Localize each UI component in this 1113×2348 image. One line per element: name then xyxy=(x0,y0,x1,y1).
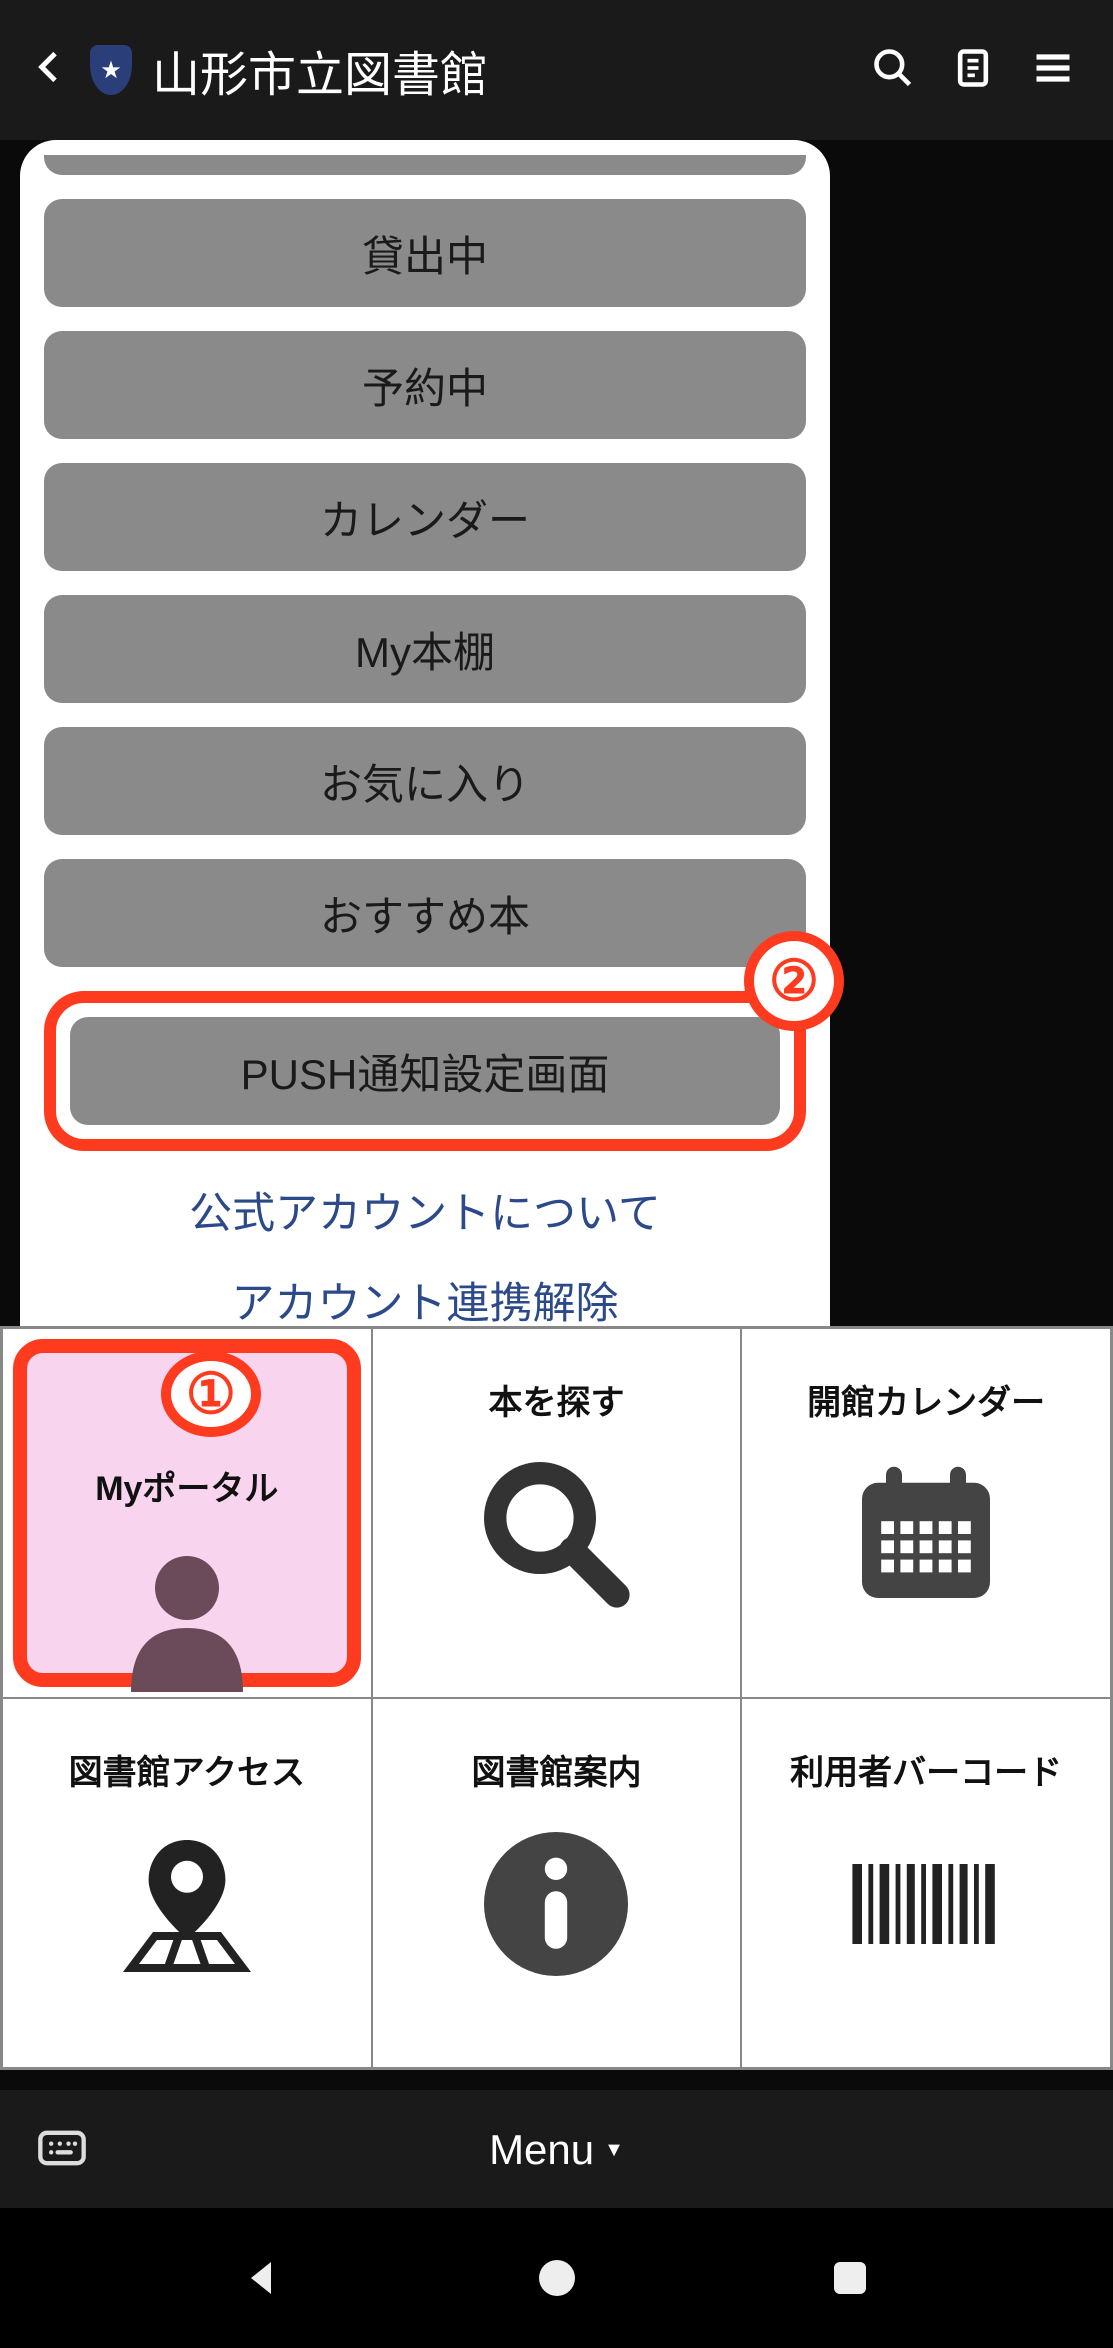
barcode-icon xyxy=(846,1824,1006,1984)
annotation-circle-2: ② xyxy=(744,931,844,1031)
grid-label: 開館カレンダー xyxy=(807,1375,1045,1424)
keyboard-icon[interactable] xyxy=(36,2122,88,2179)
annotation-2-highlight: ② PUSH通知設定画面 xyxy=(44,991,806,1151)
caret-down-icon: ▼ xyxy=(604,2139,624,2162)
menu-item-recommended[interactable]: おすすめ本 xyxy=(44,859,806,967)
menu-bubble: 貸出中 予約中 カレンダー My本棚 お気に入り おすすめ本 ② PUSH通知設… xyxy=(20,140,830,1396)
menu-item-push-settings[interactable]: PUSH通知設定画面 xyxy=(70,1017,780,1125)
grid-cell-calendar[interactable]: 開館カレンダー xyxy=(741,1328,1111,1698)
magnifier-icon xyxy=(476,1454,636,1614)
nav-back-icon[interactable] xyxy=(233,2248,293,2308)
grid-label: 本を探す xyxy=(488,1375,624,1424)
chat-area: 貸出中 予約中 カレンダー My本棚 お気に入り おすすめ本 ② PUSH通知設… xyxy=(0,140,1113,1396)
info-icon xyxy=(476,1824,636,1984)
link-unlink-account[interactable]: アカウント連携解除 xyxy=(44,1269,806,1331)
nav-home-icon[interactable] xyxy=(527,2248,587,2308)
back-icon[interactable] xyxy=(30,41,70,99)
input-menu-bar: Menu ▼ xyxy=(0,2090,1113,2210)
hamburger-menu-icon[interactable] xyxy=(1023,46,1083,95)
grid-cell-guide[interactable]: 図書館案内 xyxy=(372,1698,742,2068)
grid-label: Myポータル xyxy=(95,1461,278,1510)
grid-label: 図書館アクセス xyxy=(69,1745,305,1794)
map-pin-icon xyxy=(107,1824,267,1984)
annotation-circle-1: ① xyxy=(161,1351,261,1437)
shield-star-icon: ★ xyxy=(90,45,132,95)
person-icon xyxy=(107,1540,267,1700)
document-icon[interactable] xyxy=(943,46,1003,95)
menu-item-myshelf[interactable]: My本棚 xyxy=(44,595,806,703)
menu-item-reservations[interactable]: 予約中 xyxy=(44,331,806,439)
calendar-icon xyxy=(846,1454,1006,1614)
bubble-top-edge xyxy=(44,155,806,175)
menu-dropdown-label: Menu xyxy=(489,2126,594,2174)
grid-cell-barcode[interactable]: 利用者バーコード xyxy=(741,1698,1111,2068)
nav-recent-icon[interactable] xyxy=(820,2248,880,2308)
menu-dropdown[interactable]: Menu ▼ xyxy=(489,2126,624,2174)
grid-cell-myportal[interactable]: ① Myポータル xyxy=(2,1328,372,1698)
grid-cell-access[interactable]: 図書館アクセス xyxy=(2,1698,372,2068)
menu-item-favorites[interactable]: お気に入り xyxy=(44,727,806,835)
link-about-account[interactable]: 公式アカウントについて xyxy=(44,1179,806,1241)
grid-label: 図書館案内 xyxy=(471,1745,641,1794)
system-nav-bar xyxy=(0,2208,1113,2348)
menu-item-calendar[interactable]: カレンダー xyxy=(44,463,806,571)
page-title: 山形市立図書館 xyxy=(152,35,843,105)
menu-item-loans[interactable]: 貸出中 xyxy=(44,199,806,307)
grid-menu: ① Myポータル 本を探す 開館カレンダー xyxy=(0,1326,1113,2070)
grid-label: 利用者バーコード xyxy=(790,1745,1062,1794)
app-header: ★ 山形市立図書館 xyxy=(0,0,1113,140)
search-icon[interactable] xyxy=(863,46,923,95)
grid-cell-search[interactable]: 本を探す xyxy=(372,1328,742,1698)
